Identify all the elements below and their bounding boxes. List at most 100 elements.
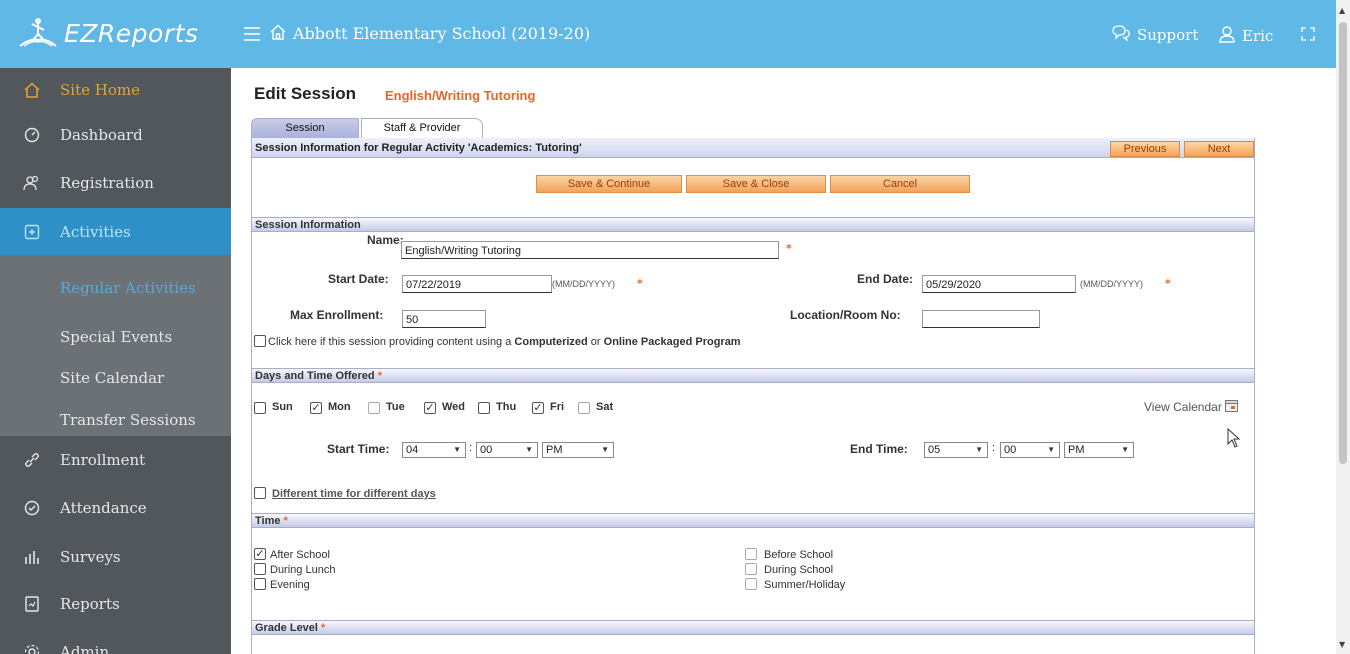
start-date-format-hint: (MM/DD/YYYY) — [552, 279, 615, 289]
name-input[interactable]: English/Writing Tutoring — [401, 241, 779, 259]
location-input[interactable] — [922, 310, 1040, 328]
support-link[interactable]: Support — [1111, 25, 1198, 45]
start-ampm-value: PM — [546, 444, 563, 456]
end-minute-select[interactable]: 00 ▼ — [1000, 442, 1060, 458]
chevron-down-icon: ▼ — [1047, 445, 1055, 454]
school-name[interactable]: Abbott Elementary School (2019-20) — [293, 24, 590, 43]
home-icon — [22, 82, 42, 98]
end-date-input[interactable]: 05/29/2020 — [922, 275, 1076, 293]
sidebar-item-label: Surveys — [60, 548, 121, 566]
activities-submenu: Regular Activities Special Events Site C… — [0, 255, 231, 436]
support-label: Support — [1137, 26, 1199, 44]
admin-icon — [22, 644, 42, 654]
max-enrollment-input[interactable]: 50 — [402, 310, 486, 328]
view-calendar-link[interactable]: View Calendar — [1144, 399, 1238, 415]
day-checkbox-mon[interactable]: ✓ — [310, 402, 322, 414]
time-label-summer-holiday: Summer/Holiday — [764, 579, 846, 591]
sidebar-item-label: Site Home — [60, 81, 140, 99]
computerized-bold: Computerized — [514, 336, 588, 348]
end-date-label: End Date: — [857, 272, 914, 286]
different-time-checkbox[interactable] — [254, 487, 266, 499]
top-bar: EZReports Abbott Elementary School (2019… — [0, 0, 1336, 68]
section-days-time: Days and Time Offered * — [252, 368, 1254, 383]
menu-toggle-icon[interactable] — [244, 22, 260, 46]
user-name: Eric — [1242, 27, 1274, 45]
end-hour-select[interactable]: 05 ▼ — [924, 442, 988, 458]
day-checkbox-wed[interactable]: ✓ — [424, 402, 436, 414]
section-time: Time * — [252, 513, 1254, 528]
sidebar-item-attendance[interactable]: Attendance — [0, 486, 231, 530]
submenu-item-special-events[interactable]: Special Events — [60, 328, 172, 346]
end-ampm-select[interactable]: PM ▼ — [1064, 442, 1134, 458]
chat-icon — [1111, 25, 1131, 45]
end-time-label: End Time: — [850, 442, 908, 456]
section-title: Time * — [255, 515, 288, 527]
sidebar-item-label: Attendance — [60, 499, 147, 517]
day-checkbox-thu[interactable] — [478, 402, 490, 414]
previous-button[interactable]: Previous — [1110, 141, 1180, 157]
day-checkbox-sun[interactable] — [254, 402, 266, 414]
dashboard-icon — [22, 127, 42, 143]
users-icon — [22, 175, 42, 191]
save-continue-button[interactable]: Save & Continue — [536, 175, 682, 193]
sidebar-item-dashboard[interactable]: Dashboard — [0, 113, 231, 157]
time-checkbox-after-school[interactable]: ✓ — [254, 548, 266, 560]
time-checkbox-during-school[interactable] — [745, 563, 757, 575]
save-close-button[interactable]: Save & Close — [686, 175, 826, 193]
sidebar-item-enrollment[interactable]: Enrollment — [0, 438, 231, 482]
link-icon — [22, 452, 42, 468]
start-date-input[interactable]: 07/22/2019 — [402, 275, 552, 293]
time-checkbox-summer-holiday[interactable] — [745, 578, 757, 590]
sidebar-item-site-home[interactable]: Site Home — [0, 68, 231, 112]
start-ampm-select[interactable]: PM ▼ — [542, 442, 614, 458]
logo-icon — [18, 12, 58, 54]
day-checkbox-tue[interactable] — [368, 402, 380, 414]
section-title-text: Grade Level — [255, 622, 318, 634]
fullscreen-icon[interactable] — [1301, 26, 1315, 45]
time-checkbox-before-school[interactable] — [745, 548, 757, 560]
sidebar-item-admin[interactable]: Admin — [0, 630, 231, 654]
tab-session[interactable]: Session — [251, 118, 359, 138]
time-checkbox-evening[interactable] — [254, 578, 266, 590]
sidebar-item-registration[interactable]: Registration — [0, 161, 231, 205]
different-time-link[interactable]: Different time for different days — [272, 488, 436, 500]
page-scrollbar[interactable]: ▲ ▼ — [1336, 0, 1350, 654]
start-hour-select[interactable]: 04 ▼ — [402, 442, 466, 458]
computerized-checkbox[interactable] — [254, 335, 266, 347]
scrollbar-thumb[interactable] — [1339, 22, 1347, 464]
scroll-up-arrow-icon[interactable]: ▲ — [1339, 6, 1345, 15]
form-header-text: Session Information for Regular Activity… — [255, 142, 582, 154]
day-label-tue: Tue — [386, 401, 405, 413]
start-hour-value: 04 — [406, 444, 419, 456]
section-title-text: Days and Time Offered — [255, 370, 375, 382]
start-time-label: Start Time: — [327, 442, 390, 456]
chevron-down-icon: ▼ — [601, 445, 609, 454]
calendar-icon — [1224, 399, 1238, 415]
user-icon — [1218, 25, 1236, 47]
app-name: EZReports — [64, 18, 199, 48]
sidebar-item-surveys[interactable]: Surveys — [0, 535, 231, 579]
tab-staff-provider[interactable]: Staff & Provider — [361, 118, 483, 138]
home-icon[interactable] — [270, 24, 286, 44]
sidebar-item-label: Enrollment — [60, 451, 146, 469]
app-logo[interactable]: EZReports — [18, 12, 198, 54]
time-checkbox-during-lunch[interactable] — [254, 563, 266, 575]
sidebar-item-reports[interactable]: Reports — [0, 582, 231, 626]
required-marker: * — [1165, 277, 1171, 290]
check-circle-icon — [22, 500, 42, 516]
scroll-down-arrow-icon[interactable]: ▼ — [1339, 640, 1345, 649]
submenu-item-regular-activities[interactable]: Regular Activities — [60, 279, 196, 297]
submenu-item-site-calendar[interactable]: Site Calendar — [60, 369, 164, 387]
submenu-item-transfer-sessions[interactable]: Transfer Sessions — [60, 411, 196, 429]
start-minute-select[interactable]: 00 ▼ — [476, 442, 538, 458]
day-checkbox-fri[interactable]: ✓ — [532, 402, 544, 414]
sidebar-item-activities[interactable]: Activities — [0, 208, 231, 255]
sidebar-item-label: Dashboard — [60, 126, 143, 144]
cancel-button[interactable]: Cancel — [830, 175, 970, 193]
next-button[interactable]: Next — [1184, 141, 1254, 157]
location-label: Location/Room No: — [790, 308, 901, 322]
section-title: Grade Level * — [255, 622, 325, 634]
end-minute-value: 00 — [1004, 444, 1017, 456]
user-menu[interactable]: Eric — [1218, 25, 1273, 47]
day-checkbox-sat[interactable] — [578, 402, 590, 414]
